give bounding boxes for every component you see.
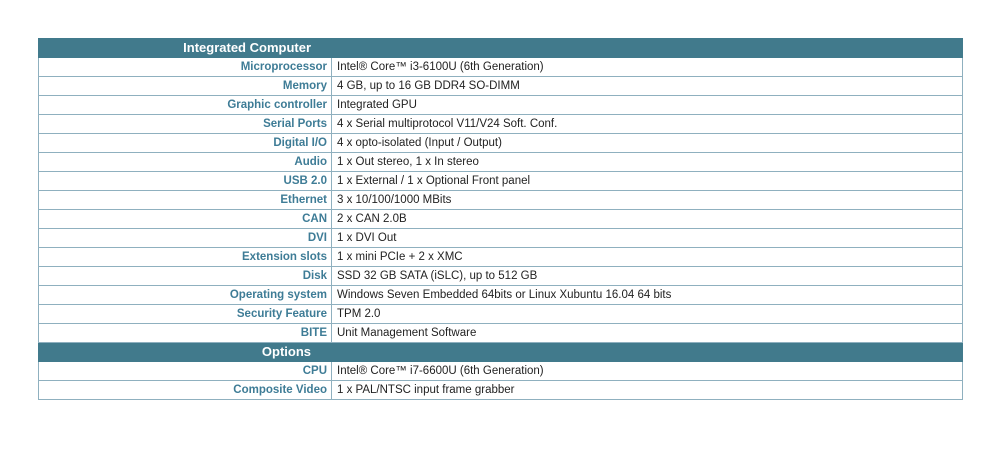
- spec-label: Digital I/O: [38, 133, 332, 153]
- spec-row: Ethernet 3 x 10/100/1000 MBits: [38, 190, 963, 210]
- spec-value: Intel® Core™ i3-6100U (6th Generation): [331, 57, 963, 77]
- spec-table: Integrated Computer Microprocessor Intel® …: [38, 38, 963, 400]
- spec-label: Ethernet: [38, 190, 332, 210]
- spec-row: DVI 1 x DVI Out: [38, 228, 963, 248]
- spec-row: CAN 2 x CAN 2.0B: [38, 209, 963, 229]
- spec-row: Graphic controller Integrated GPU: [38, 95, 963, 115]
- spec-label: USB 2.0: [38, 171, 332, 191]
- spec-label: Memory: [38, 76, 332, 96]
- spec-value: SSD 32 GB SATA (iSLC), up to 512 GB: [331, 266, 963, 286]
- spec-label: Graphic controller: [38, 95, 332, 115]
- spec-label: Composite Video: [38, 380, 332, 400]
- spec-value: Integrated GPU: [331, 95, 963, 115]
- spec-value: Unit Management Software: [331, 323, 963, 343]
- section-header: Options: [38, 342, 963, 362]
- spec-value: 1 x mini PCIe + 2 x XMC: [331, 247, 963, 267]
- section-header: Integrated Computer: [38, 38, 963, 58]
- spec-value: Intel® Core™ i7-6600U (6th Generation): [331, 361, 963, 381]
- spec-label: BITE: [38, 323, 332, 343]
- spec-row: Composite Video 1 x PAL/NTSC input frame …: [38, 380, 963, 400]
- spec-label: DVI: [38, 228, 332, 248]
- spec-row: Serial Ports 4 x Serial multiprotocol V11…: [38, 114, 963, 134]
- spec-label: Security Feature: [38, 304, 332, 324]
- spec-label: Microprocessor: [38, 57, 332, 77]
- spec-value: 3 x 10/100/1000 MBits: [331, 190, 963, 210]
- spec-label: Audio: [38, 152, 332, 172]
- spec-row: Digital I/O 4 x opto-isolated (Input / Ou…: [38, 133, 963, 153]
- spec-row: Security Feature TPM 2.0: [38, 304, 963, 324]
- spec-value: TPM 2.0: [331, 304, 963, 324]
- spec-label: Extension slots: [38, 247, 332, 267]
- spec-value: Windows Seven Embedded 64bits or Linux X…: [331, 285, 963, 305]
- spec-row: CPU Intel® Core™ i7-6600U (6th Generation…: [38, 361, 963, 381]
- spec-row: Operating system Windows Seven Embedded 6…: [38, 285, 963, 305]
- spec-row: Memory 4 GB, up to 16 GB DDR4 SO-DIMM: [38, 76, 963, 96]
- spec-label: Operating system: [38, 285, 332, 305]
- spec-label: CAN: [38, 209, 332, 229]
- spec-value: 1 x PAL/NTSC input frame grabber: [331, 380, 963, 400]
- spec-row: Microprocessor Intel® Core™ i3-6100U (6th…: [38, 57, 963, 77]
- spec-label: Disk: [38, 266, 332, 286]
- spec-label: Serial Ports: [38, 114, 332, 134]
- section-title: Options: [38, 342, 332, 362]
- spec-row: BITE Unit Management Software: [38, 323, 963, 343]
- section-header-spacer: [331, 342, 963, 362]
- section-header-spacer: [331, 38, 963, 58]
- spec-row: Disk SSD 32 GB SATA (iSLC), up to 512 GB: [38, 266, 963, 286]
- spec-table-body: Integrated Computer Microprocessor Intel® …: [38, 38, 963, 400]
- spec-value: 2 x CAN 2.0B: [331, 209, 963, 229]
- spec-value: 1 x External / 1 x Optional Front panel: [331, 171, 963, 191]
- spec-row: Extension slots 1 x mini PCIe + 2 x XMC: [38, 247, 963, 267]
- spec-row: USB 2.0 1 x External / 1 x Optional Front…: [38, 171, 963, 191]
- spec-value: 4 x opto-isolated (Input / Output): [331, 133, 963, 153]
- spec-value: 1 x Out stereo, 1 x In stereo: [331, 152, 963, 172]
- section-title: Integrated Computer: [38, 38, 332, 58]
- spec-row: Audio 1 x Out stereo, 1 x In stereo: [38, 152, 963, 172]
- spec-label: CPU: [38, 361, 332, 381]
- spec-value: 1 x DVI Out: [331, 228, 963, 248]
- spec-value: 4 x Serial multiprotocol V11/V24 Soft. C…: [331, 114, 963, 134]
- spec-value: 4 GB, up to 16 GB DDR4 SO-DIMM: [331, 76, 963, 96]
